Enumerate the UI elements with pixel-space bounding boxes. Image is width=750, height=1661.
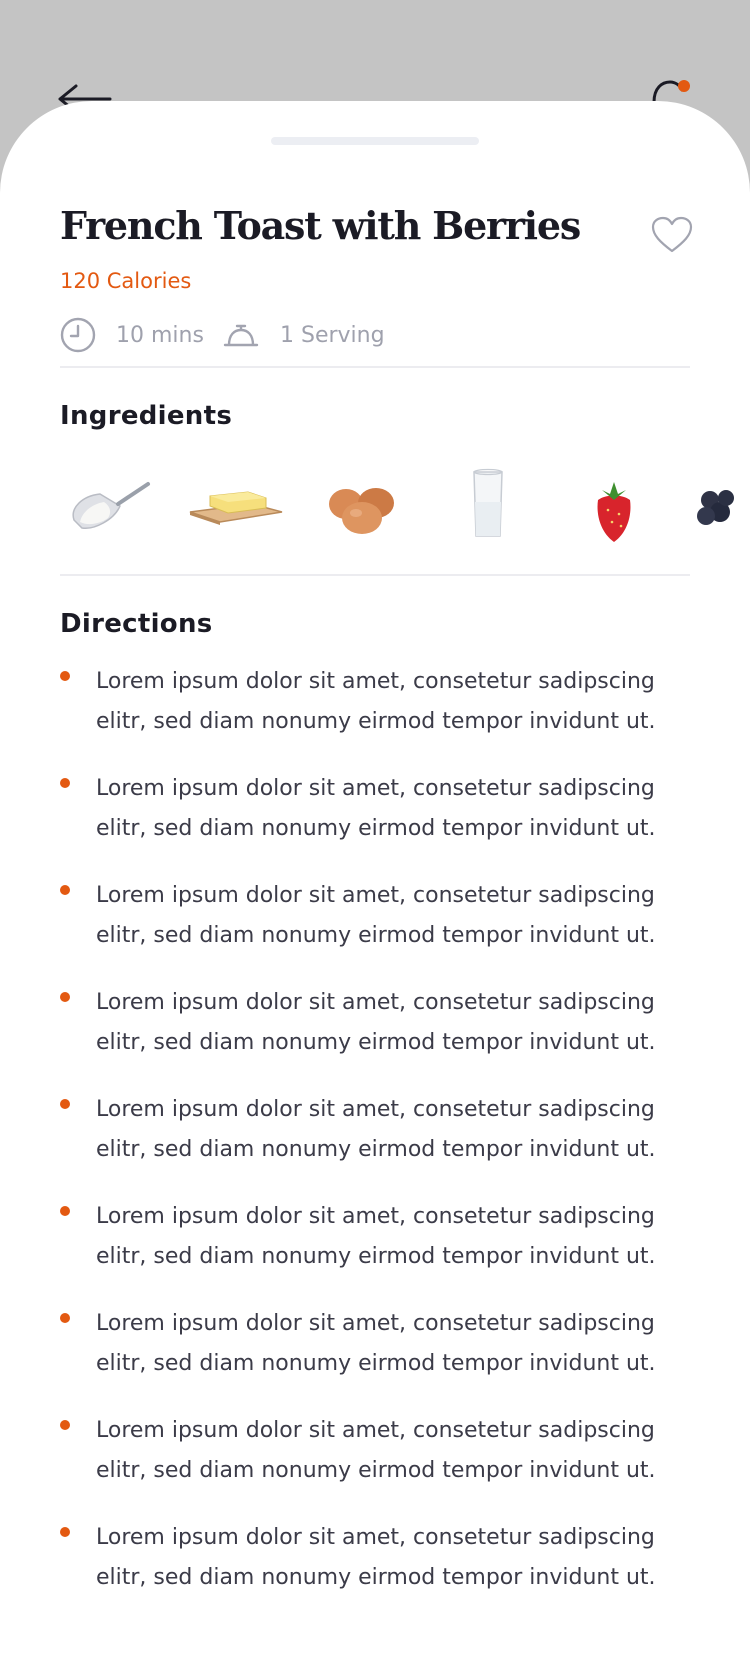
direction-step: Lorem ipsum dolor sit amet, consetetur s… — [60, 769, 700, 883]
recipe-title: French Toast with Berries — [60, 203, 581, 248]
ingredients-list[interactable] — [60, 456, 750, 556]
ingredient-item[interactable] — [564, 456, 664, 556]
direction-step: Lorem ipsum dolor sit amet, consetetur s… — [60, 662, 700, 776]
recipe-sheet: French Toast with Berries 120 Calories 1… — [0, 101, 750, 1661]
strawberry-icon — [597, 482, 631, 542]
step-text: Lorem ipsum dolor sit amet, consetetur s… — [96, 1204, 656, 1269]
sheet-drag-handle[interactable] — [271, 137, 479, 145]
bullet-dot — [60, 1527, 70, 1537]
cook-time-label: 10 mins — [116, 322, 204, 348]
bullet-dot — [60, 1099, 70, 1109]
directions-heading: Directions — [60, 609, 213, 639]
servings: 1 Serving — [222, 315, 385, 355]
butter-icon — [189, 491, 283, 525]
step-text: Lorem ipsum dolor sit amet, consetetur s… — [96, 883, 656, 948]
direction-step: Lorem ipsum dolor sit amet, consetetur s… — [60, 1411, 700, 1525]
step-text: Lorem ipsum dolor sit amet, consetetur s… — [96, 1525, 656, 1590]
clock-icon — [60, 317, 96, 353]
ingredients-heading: Ingredients — [60, 401, 233, 431]
divider — [60, 574, 690, 576]
bullet-dot — [60, 671, 70, 681]
ingredient-item[interactable] — [186, 456, 286, 556]
bullet-dot — [60, 1206, 70, 1216]
eggs-icon — [329, 488, 394, 534]
ingredient-item[interactable] — [690, 456, 750, 556]
notification-dot — [678, 80, 690, 92]
direction-step: Lorem ipsum dolor sit amet, consetetur s… — [60, 876, 700, 990]
blueberries-icon — [697, 490, 734, 525]
direction-step: Lorem ipsum dolor sit amet, consetetur s… — [60, 983, 700, 1097]
favorite-button[interactable] — [650, 215, 694, 255]
step-text: Lorem ipsum dolor sit amet, consetetur s… — [96, 1097, 656, 1162]
step-text: Lorem ipsum dolor sit amet, consetetur s… — [96, 776, 656, 841]
milk-glass-icon — [473, 468, 503, 537]
bullet-dot — [60, 778, 70, 788]
ingredient-item[interactable] — [438, 456, 538, 556]
step-text: Lorem ipsum dolor sit amet, consetetur s… — [96, 990, 656, 1055]
step-text: Lorem ipsum dolor sit amet, consetetur s… — [96, 1311, 656, 1376]
ingredient-item[interactable] — [60, 456, 160, 556]
cloche-icon — [223, 324, 259, 347]
step-text: Lorem ipsum dolor sit amet, consetetur s… — [96, 1418, 656, 1483]
direction-step: Lorem ipsum dolor sit amet, consetetur s… — [60, 1304, 700, 1418]
direction-step: Lorem ipsum dolor sit amet, consetetur s… — [60, 1518, 700, 1632]
cook-time: 10 mins — [60, 315, 204, 355]
flour-scoop-icon — [72, 482, 150, 529]
ingredient-item[interactable] — [312, 456, 412, 556]
step-text: Lorem ipsum dolor sit amet, consetetur s… — [96, 669, 656, 734]
divider — [60, 366, 690, 368]
servings-label: 1 Serving — [280, 322, 385, 348]
calories-label: 120 Calories — [60, 269, 192, 293]
direction-step: Lorem ipsum dolor sit amet, consetetur s… — [60, 1090, 700, 1204]
bullet-dot — [60, 1420, 70, 1430]
directions-list: Lorem ipsum dolor sit amet, consetetur s… — [60, 669, 700, 1632]
heart-icon — [651, 216, 693, 253]
bullet-dot — [60, 885, 70, 895]
bullet-dot — [60, 992, 70, 1002]
bullet-dot — [60, 1313, 70, 1323]
direction-step: Lorem ipsum dolor sit amet, consetetur s… — [60, 1197, 700, 1311]
